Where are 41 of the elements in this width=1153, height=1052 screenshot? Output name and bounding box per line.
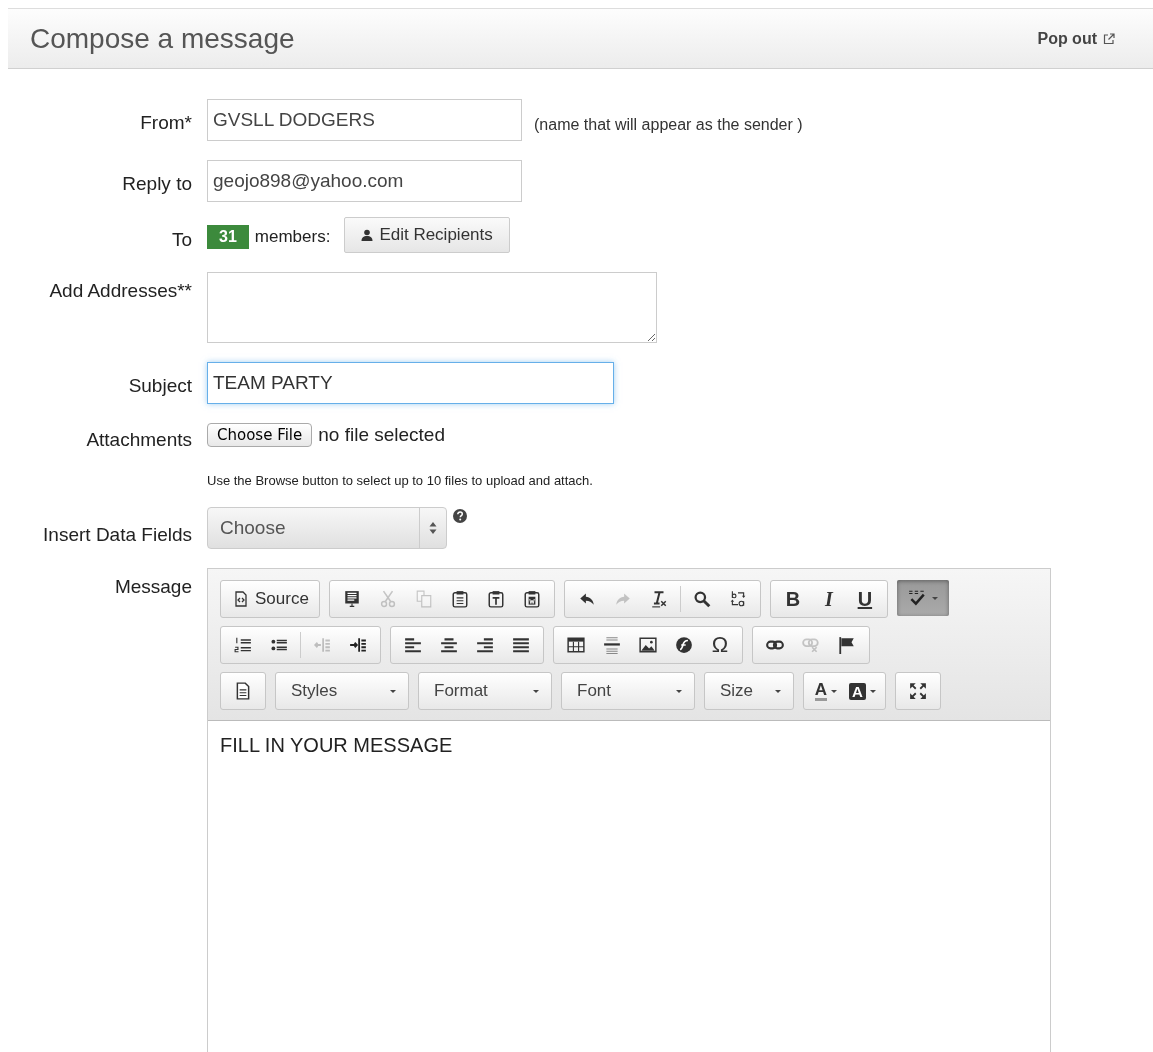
spellcheck-icon xyxy=(907,589,926,607)
help-icon[interactable] xyxy=(453,509,467,523)
source-button[interactable]: Source xyxy=(225,584,315,614)
document-code-icon xyxy=(233,591,249,607)
spellcheck-button[interactable] xyxy=(896,580,949,616)
page-title: Compose a message xyxy=(30,22,295,55)
field-label: From* xyxy=(139,111,192,134)
text-field[interactable]: GVSLL DODGERS xyxy=(207,99,522,141)
text-field[interactable]: geojo898@yahoo.com xyxy=(207,160,522,202)
person-icon xyxy=(361,229,374,241)
pop-out-link[interactable]: Pop out xyxy=(1037,29,1115,48)
omega-button[interactable]: Ω xyxy=(702,630,738,660)
format-dropdown[interactable]: Styles xyxy=(280,674,404,708)
edit-recipients-button[interactable]: Edit Recipients xyxy=(344,217,510,253)
underline-button[interactable]: U xyxy=(846,584,883,614)
data-fields-select[interactable]: Choose xyxy=(207,507,447,549)
italic-button[interactable]: I xyxy=(810,584,847,614)
field-note: (name that will appear as the sender ) xyxy=(534,115,803,134)
external-link-icon xyxy=(1103,32,1115,45)
text-color-button[interactable]: A xyxy=(808,676,844,706)
up-down-arrows-icon xyxy=(429,521,437,535)
member-count-badge: 31 xyxy=(207,225,249,249)
address-field[interactable] xyxy=(207,272,657,343)
format-dropdown[interactable]: Size xyxy=(709,674,789,708)
format-dropdown[interactable]: Format xyxy=(423,674,547,708)
attachment-hint: Use the Browse button to select up to 10 files to upload and attach. xyxy=(207,473,593,488)
members-label: members: xyxy=(254,227,331,247)
field-label: Message xyxy=(113,575,192,598)
field-label: Subject xyxy=(127,374,192,397)
field-label: To xyxy=(170,228,192,251)
field-label: Reply to xyxy=(121,172,192,195)
field-label: Add Addresses** xyxy=(48,279,192,302)
background-color-button[interactable]: A xyxy=(844,676,881,706)
format-dropdown[interactable]: Font xyxy=(566,674,690,708)
text-field[interactable]: TEAM PARTY xyxy=(207,362,614,404)
field-label: Insert Data Fields xyxy=(42,523,192,546)
bold-button[interactable]: B xyxy=(774,584,811,614)
choose-file-button[interactable]: Choose File xyxy=(207,423,313,447)
message-text: FILL IN YOUR MESSAGE xyxy=(220,734,453,756)
file-status: no file selected xyxy=(318,424,445,446)
field-label: Attachments xyxy=(85,428,192,451)
